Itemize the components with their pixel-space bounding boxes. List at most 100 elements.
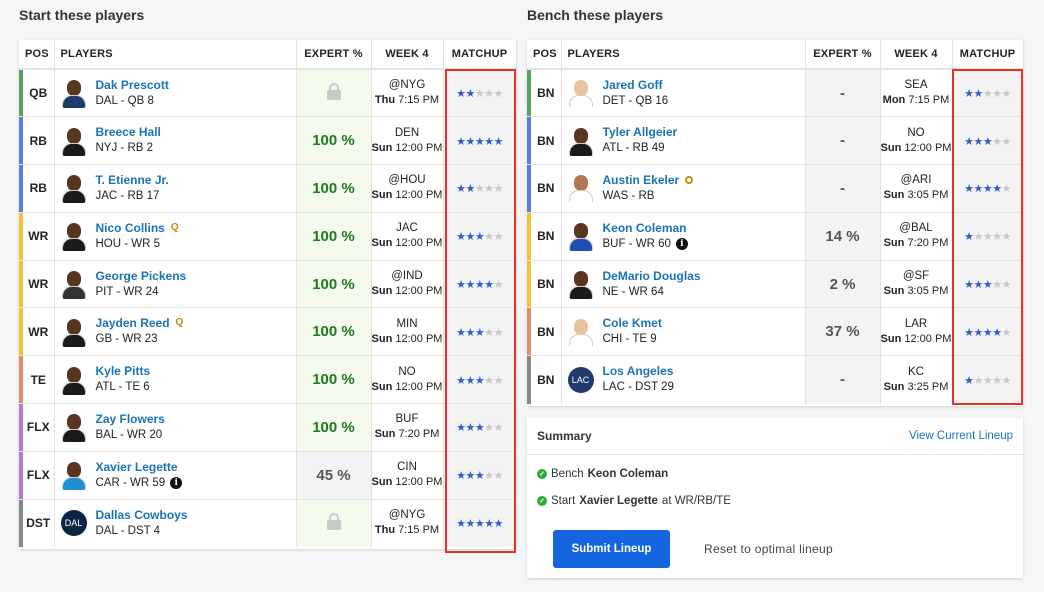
table-row[interactable]: WR Nico Collins Q HOU - WR 5 100 % JAC Sun 12:… [19,212,517,261]
table-row[interactable]: QB Dak Prescott DAL - QB 8 @NYG Thu 7:15 PM ★… [19,69,517,118]
matchup-cell: ★★★★★ [443,355,517,405]
star-icon: ★ [465,231,475,244]
player-name-link[interactable]: Austin Ekeler [603,172,680,188]
table-row[interactable]: BN DeMario Douglas NE - WR 64 2 % @SF Sun 3:0… [527,260,1024,309]
lock-icon [326,513,341,531]
position-cell: BN [527,355,562,404]
game-time: Sun 12:00 PM [881,141,952,156]
game-day: Sun [880,141,902,154]
player-headshot [61,412,87,443]
table-row[interactable]: RB Breece Hall NYJ - RB 2 100 % DEN Sun 12:00… [19,116,517,166]
team-logo: LAC [567,366,594,393]
position-cell: WR [19,260,55,309]
player-name-link[interactable]: Jared Goff [603,77,663,93]
star-icon: ★ [465,422,475,435]
player-name-link[interactable]: Tyler Allgeier [603,124,678,140]
position-cell: BN [527,116,562,166]
player-name-link[interactable]: Los Angeles [603,363,674,379]
player-name-link[interactable]: Dallas Cowboys [96,507,188,523]
player-name-link[interactable]: Kyle Pitts [96,363,151,379]
table-row[interactable]: WR George Pickens PIT - WR 24 100 % @IND Sun … [19,260,517,309]
matchup-stars: ★★★★★ [964,327,1011,339]
info-icon[interactable]: i [170,477,183,490]
player-name-link[interactable]: Nico Collins [96,220,165,236]
star-icon: ★ [493,422,504,435]
col-players: PLAYERS [54,40,297,70]
bench-table-card: POS PLAYERS EXPERT % WEEK 4 MATCHUP BN Ja… [527,40,1024,406]
player-name-link[interactable]: T. Etienne Jr. [96,172,169,188]
opponent: BUF [395,413,419,426]
player-team-rank: HOU - WR 5 [95,237,161,250]
week-cell: @ARI Sun 3:05 PM [880,164,953,213]
player-name-link[interactable]: Breece Hall [96,124,161,140]
star-icon: ★ [493,231,504,244]
table-row[interactable]: TE Kyle Pitts ATL - TE 6 100 % NO Sun 12:00 P… [19,355,517,405]
table-row[interactable]: FLX Zay Flowers BAL - WR 20 100 % BUF Sun 7:2… [19,403,517,452]
table-row[interactable]: FLX Xavier Legette CAR - WR 59 i 45 % CIN Sun … [19,451,517,500]
expert-percent: - [805,116,881,166]
view-current-lineup-link[interactable]: View Current Lineup [909,430,1013,442]
table-row[interactable]: BN Jared Goff DET - QB 16- SEA Mon 7:15 PM ★★… [527,69,1024,118]
position-label: BN [537,277,555,292]
star-icon: ★ [474,279,485,292]
table-row[interactable]: BN Cole Kmet CHI - TE 9 37 % LAR Sun 12:00 PM… [527,307,1024,357]
expert-percent: 2 % [805,260,881,309]
star-icon: ★ [992,231,1002,244]
submit-lineup-button[interactable]: Submit Lineup [553,530,670,568]
week-cell: @IND Sun 12:00 PM [371,260,444,309]
expert-percent: - [805,69,881,118]
table-row[interactable]: BN LAC Los Angeles LAC - DST 29- KC Sun 3:25 … [527,355,1024,404]
player-headshot [568,317,594,347]
summary-line-start-prefix: Start [551,495,576,507]
player-cell: Austin Ekeler WAS - RB [561,164,806,213]
player-team-rank: ATL - RB 49 [602,142,665,155]
star-icon: ★ [474,326,485,339]
table-row[interactable]: DST DAL Dallas Cowboys DAL - DST 4 @NYG Thu 7… [19,499,517,547]
info-icon[interactable]: i [675,238,688,251]
player-name-link[interactable]: Jayden Reed [96,315,170,331]
table-row[interactable]: BN Austin Ekeler WAS - RB - @ARI Sun 3:05 PM ★… [527,164,1024,213]
star-icon: ★ [474,422,485,435]
table-row[interactable]: BN Keon Coleman BUF - WR 60 i 14 % @BAL Sun 7:… [527,212,1024,261]
player-team-rank: ATL - TE 6 [95,381,150,394]
week-cell: JAC Sun 12:00 PM [371,212,444,261]
matchup-stars: ★★★★★ [964,375,1011,387]
game-time: Sun 12:00 PM [372,380,443,395]
opponent: KC [908,365,924,378]
player-team-rank: PIT - WR 24 [95,285,159,298]
star-icon: ★ [465,470,475,483]
player-headshot [61,78,87,109]
opponent: NO [907,126,925,139]
start-table-card: POS PLAYERS EXPERT % WEEK 4 MATCHUP QB Da… [19,40,517,549]
player-headshot [61,126,87,156]
matchup-cell: ★★★★★ [443,69,517,118]
reset-optimal-lineup-link[interactable]: Reset to optimal lineup [704,542,833,556]
week-cell: MIN Sun 12:00 PM [371,307,444,357]
player-name-link[interactable]: Keon Coleman [603,220,687,236]
star-icon: ★ [982,279,993,292]
position-label: WR [28,324,49,339]
matchup-cell: ★★★★★ [443,307,517,357]
game-clock: 12:00 PM [395,332,443,345]
player-name-link[interactable]: George Pickens [96,268,187,284]
player-name-link[interactable]: DeMario Douglas [603,268,701,284]
star-icon: ★ [982,88,993,101]
star-icon: ★ [465,326,475,339]
player-name-link[interactable]: Xavier Legette [96,459,178,475]
player-cell: T. Etienne Jr. JAC - RB 17 [54,164,297,213]
week-cell: @NYG Thu 7:15 PM [371,69,444,118]
player-headshot [61,317,87,347]
game-day: Thu [374,524,396,537]
position-cell: TE [19,355,55,405]
player-name-link[interactable]: Zay Flowers [96,411,165,427]
table-row[interactable]: RB T. Etienne Jr. JAC - RB 17 100 % @HOU Sun … [19,164,517,213]
week-cell: NO Sun 12:00 PM [880,116,953,166]
game-day: Thu [374,94,396,107]
opponent: @ARI [900,174,932,187]
table-row[interactable]: WR Jayden Reed Q GB - WR 23 100 % MIN Sun 12:0… [19,307,517,357]
table-row[interactable]: BN Tyler Allgeier ATL - RB 49 - NO Sun 12:00 … [527,116,1024,166]
player-name-link[interactable]: Cole Kmet [603,315,662,331]
position-label: WR [28,277,49,292]
player-name-link[interactable]: Dak Prescott [96,77,169,93]
game-time: Mon 7:15 PM [881,93,952,108]
